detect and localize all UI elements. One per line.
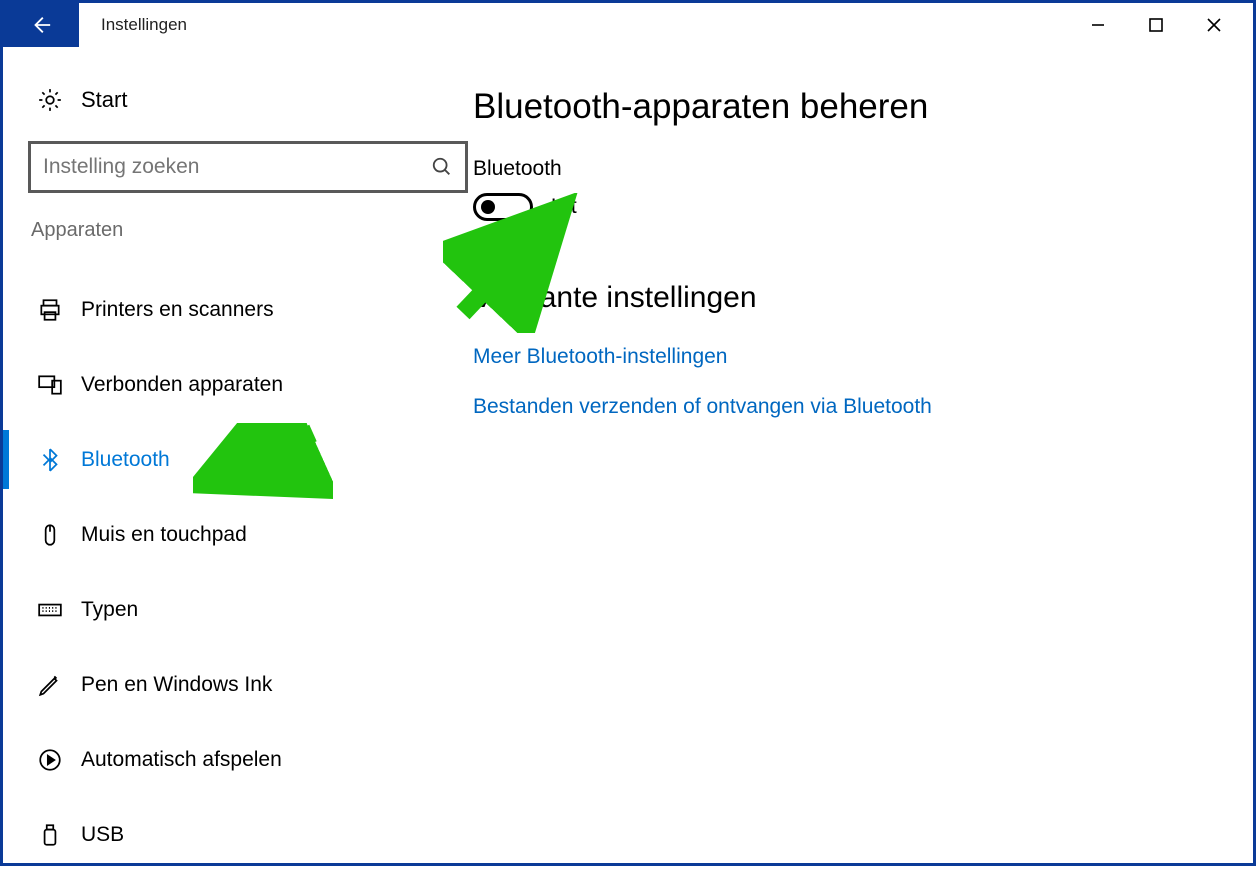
mouse-icon [37, 522, 63, 548]
sidebar-item-label: Pen en Windows Ink [81, 673, 272, 697]
autoplay-icon [37, 747, 63, 773]
usb-icon [37, 822, 63, 848]
keyboard-icon [37, 597, 63, 623]
sidebar-item-printers[interactable]: Printers en scanners [3, 272, 473, 347]
minimize-button[interactable] [1089, 16, 1107, 34]
sidebar-item-autoplay[interactable]: Automatisch afspelen [3, 722, 473, 797]
search-box[interactable] [28, 141, 468, 193]
page-heading: Bluetooth-apparaten beheren [473, 87, 1253, 127]
sidebar-item-connected-devices[interactable]: Verbonden apparaten [3, 347, 473, 422]
sidebar: Start Apparaten Printers en scanners Ver… [3, 47, 473, 863]
start-button[interactable]: Start [3, 87, 473, 113]
sidebar-item-mouse[interactable]: Muis en touchpad [3, 497, 473, 572]
toggle-knob [481, 200, 495, 214]
sidebar-item-label: Bluetooth [81, 448, 170, 472]
sidebar-group-header: Apparaten [3, 219, 473, 242]
sidebar-item-label: Printers en scanners [81, 298, 274, 322]
bluetooth-icon [37, 447, 63, 473]
pen-icon [37, 672, 63, 698]
link-send-receive-files[interactable]: Bestanden verzenden of ontvangen via Blu… [473, 395, 1253, 419]
window-controls [1089, 16, 1253, 34]
gear-icon [37, 87, 63, 113]
close-button[interactable] [1205, 16, 1223, 34]
printer-icon [37, 297, 63, 323]
minimize-icon [1090, 17, 1106, 33]
sidebar-item-label: Typen [81, 598, 138, 622]
bluetooth-toggle[interactable] [473, 193, 533, 221]
link-more-bluetooth[interactable]: Meer Bluetooth-instellingen [473, 345, 1253, 369]
maximize-icon [1148, 17, 1164, 33]
main-panel: Bluetooth-apparaten beheren Bluetooth Ui… [473, 47, 1253, 863]
back-button[interactable] [3, 3, 79, 47]
back-arrow-icon [30, 14, 52, 36]
sidebar-item-label: Automatisch afspelen [81, 748, 282, 772]
sidebar-item-label: Muis en touchpad [81, 523, 247, 547]
search-icon [431, 156, 453, 178]
sidebar-item-label: USB [81, 823, 124, 847]
sidebar-item-label: Verbonden apparaten [81, 373, 283, 397]
toggle-state-label: Uit [551, 195, 577, 219]
devices-icon [37, 372, 63, 398]
window-title: Instellingen [101, 15, 1089, 35]
search-input[interactable] [43, 155, 431, 179]
sidebar-item-typing[interactable]: Typen [3, 572, 473, 647]
sidebar-item-pen[interactable]: Pen en Windows Ink [3, 647, 473, 722]
bluetooth-label: Bluetooth [473, 157, 1253, 181]
start-label: Start [81, 87, 127, 113]
close-icon [1206, 17, 1222, 33]
sidebar-item-bluetooth[interactable]: Bluetooth [3, 422, 473, 497]
sidebar-item-usb[interactable]: USB [3, 797, 473, 872]
titlebar: Instellingen [3, 3, 1253, 47]
related-settings-heading: Verwante instellingen [473, 281, 1253, 315]
maximize-button[interactable] [1147, 16, 1165, 34]
